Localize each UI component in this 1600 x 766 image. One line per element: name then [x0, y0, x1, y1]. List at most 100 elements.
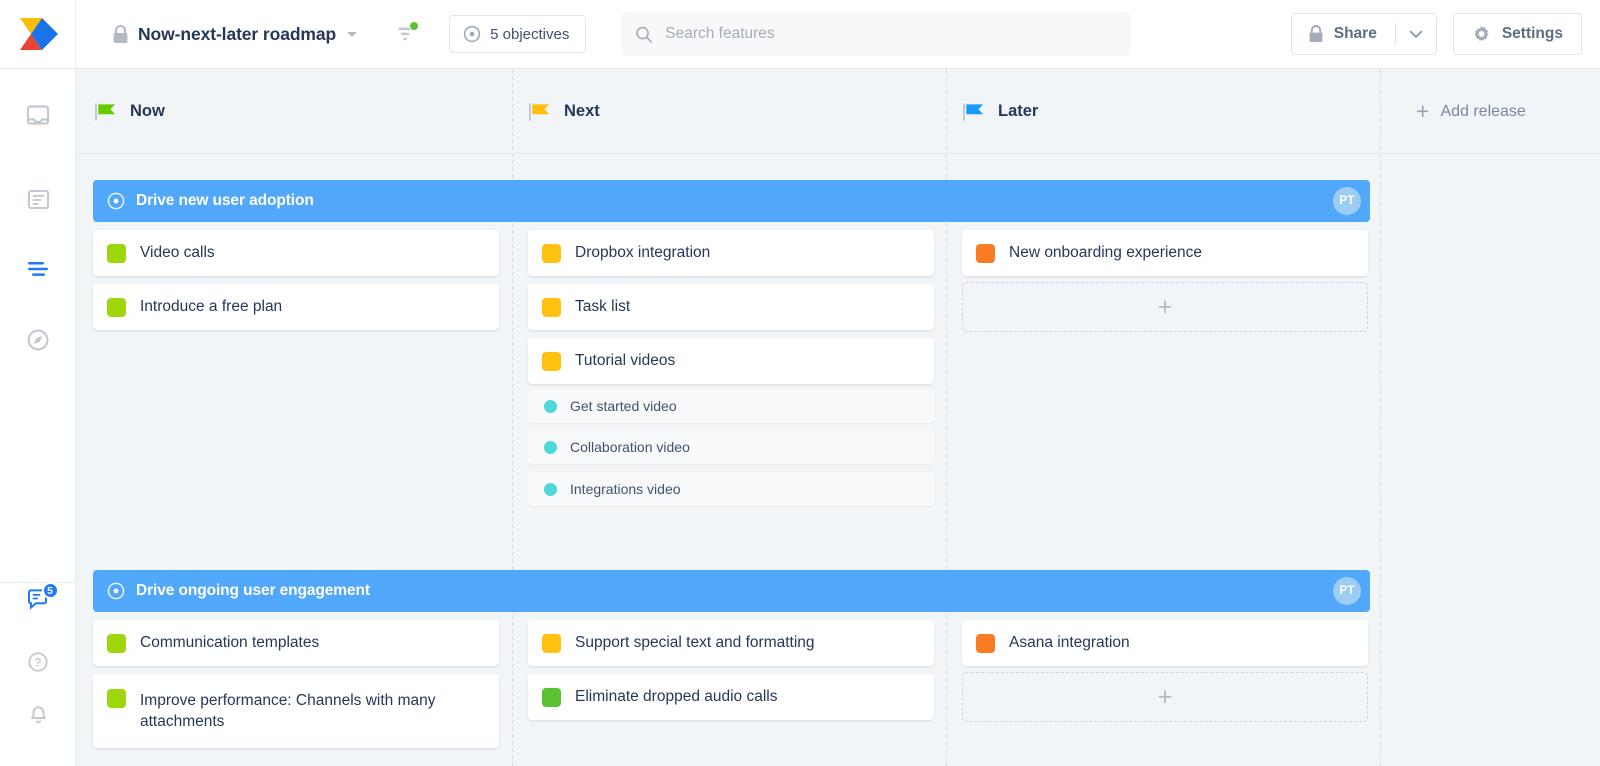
- left-sidebar: 5 ?: [0, 69, 76, 766]
- sidebar-item-documents[interactable]: [0, 182, 76, 216]
- flag-icon: [529, 103, 550, 121]
- flag-icon: [963, 103, 984, 121]
- feature-label: New onboarding experience: [1009, 244, 1203, 262]
- lock-icon: [113, 24, 128, 43]
- settings-button[interactable]: Settings: [1452, 13, 1582, 55]
- sidebar-item-ideas[interactable]: [0, 323, 76, 357]
- add-release-label: Add release: [1440, 102, 1526, 120]
- sub-feature-card[interactable]: Integrations video: [528, 472, 934, 506]
- search-icon: [636, 26, 653, 43]
- add-feature-placeholder[interactable]: +: [962, 672, 1368, 722]
- sub-feature-color-dot: [544, 482, 557, 496]
- feature-color-chip: [542, 633, 561, 653]
- search-input[interactable]: [663, 12, 1118, 56]
- feature-card[interactable]: Tutorial videos: [528, 338, 934, 384]
- avatar[interactable]: PT: [1333, 577, 1361, 605]
- column-header-later: Later: [944, 69, 1038, 154]
- top-bar: Now-next-later roadmap 5 objectives Sear…: [0, 0, 1600, 69]
- feature-color-chip: [976, 243, 995, 263]
- page-title: Now-next-later roadmap: [138, 23, 337, 44]
- plus-icon: +: [1416, 98, 1430, 124]
- feature-color-chip: [976, 633, 995, 653]
- share-button-group[interactable]: Share: [1290, 13, 1437, 55]
- svg-text:?: ?: [34, 657, 41, 669]
- objective-header[interactable]: Drive new user adoption PT: [93, 180, 1370, 222]
- sidebar-item-roadmaps[interactable]: [0, 252, 76, 286]
- sidebar-item-notifications[interactable]: [0, 696, 76, 730]
- feature-label: Dropbox integration: [575, 244, 711, 262]
- search-box[interactable]: [621, 12, 1132, 56]
- feature-label: Video calls: [140, 244, 215, 262]
- settings-label: Settings: [1501, 25, 1563, 42]
- feature-label: Eliminate dropped audio calls: [575, 688, 778, 706]
- objectives-label: 5 objectives: [490, 25, 570, 43]
- feature-label: Communication templates: [140, 634, 320, 652]
- feature-card[interactable]: New onboarding experience: [962, 230, 1368, 276]
- feature-card[interactable]: Video calls: [93, 230, 499, 276]
- share-label: Share: [1333, 25, 1377, 42]
- column-header-next: Next: [510, 69, 600, 154]
- filter-button[interactable]: [393, 21, 420, 47]
- column-headers: Now Next Later + Add release: [76, 69, 1600, 154]
- avatar[interactable]: PT: [1333, 187, 1361, 215]
- sidebar-item-feedback[interactable]: 5: [0, 582, 76, 619]
- bell-icon: [30, 706, 46, 724]
- feature-card[interactable]: Asana integration: [962, 620, 1368, 666]
- sub-feature-color-dot: [544, 399, 557, 413]
- roadmap-lines-icon: [28, 262, 48, 276]
- feature-color-chip: [107, 297, 126, 317]
- share-dropdown-button[interactable]: [1396, 14, 1436, 54]
- feature-card[interactable]: Improve performance: Channels with many …: [93, 674, 499, 748]
- feature-label: Introduce a free plan: [140, 298, 283, 316]
- feature-card[interactable]: Introduce a free plan: [93, 284, 499, 330]
- sidebar-divider: [0, 582, 75, 583]
- app-logo-button[interactable]: [0, 0, 76, 69]
- column-header-now: Now: [76, 69, 165, 154]
- objective-target-icon: [107, 192, 125, 210]
- objective-target-icon: [107, 582, 125, 600]
- sub-feature-label: Get started video: [570, 398, 677, 414]
- feature-card[interactable]: Support special text and formatting: [528, 620, 934, 666]
- column-title: Next: [564, 102, 600, 120]
- objective-title: Drive new user adoption: [136, 192, 314, 209]
- flag-icon: [95, 103, 116, 121]
- aha-logo: [19, 18, 58, 50]
- feature-label: Support special text and formatting: [575, 634, 815, 652]
- add-release-button[interactable]: + Add release: [1380, 69, 1526, 154]
- sidebar-item-workspace[interactable]: [0, 98, 76, 132]
- feature-color-chip: [107, 689, 126, 708]
- roadmap-board: Now Next Later + Add release Drive new u…: [76, 69, 1600, 766]
- board-title-block[interactable]: Now-next-later roadmap: [112, 23, 358, 45]
- sub-feature-card[interactable]: Collaboration video: [528, 430, 934, 464]
- filter-active-dot: [409, 21, 420, 31]
- gear-icon: [1474, 25, 1489, 41]
- column-divider: [1380, 69, 1381, 766]
- feature-color-chip: [542, 351, 561, 371]
- feature-card[interactable]: Eliminate dropped audio calls: [528, 674, 934, 720]
- chevron-down-icon[interactable]: [347, 31, 358, 37]
- chevron-down-icon: [1409, 30, 1423, 38]
- feature-card[interactable]: Dropbox integration: [528, 230, 934, 276]
- target-icon: [463, 25, 481, 43]
- feature-color-chip: [107, 243, 126, 263]
- feature-label: Improve performance: Channels with many …: [140, 691, 436, 730]
- objective-header[interactable]: Drive ongoing user engagement PT: [93, 570, 1370, 612]
- plus-icon: +: [1157, 682, 1173, 711]
- window-icon: [26, 105, 50, 125]
- sidebar-item-help[interactable]: ?: [0, 645, 76, 679]
- sub-feature-color-dot: [544, 440, 557, 454]
- feature-card[interactable]: Task list: [528, 284, 934, 330]
- feature-card[interactable]: Communication templates: [93, 620, 499, 666]
- column-divider: [512, 69, 513, 766]
- lock-icon: [1309, 25, 1323, 42]
- add-feature-placeholder[interactable]: +: [962, 282, 1368, 332]
- feature-label: Asana integration: [1009, 634, 1130, 652]
- share-button[interactable]: Share: [1292, 14, 1395, 54]
- column-title: Now: [130, 102, 165, 120]
- objectives-button[interactable]: 5 objectives: [449, 15, 587, 53]
- feature-color-chip: [107, 633, 126, 653]
- sub-feature-card[interactable]: Get started video: [528, 389, 934, 423]
- column-title: Later: [998, 102, 1039, 120]
- compass-icon: [27, 329, 49, 351]
- feature-label: Task list: [575, 298, 631, 316]
